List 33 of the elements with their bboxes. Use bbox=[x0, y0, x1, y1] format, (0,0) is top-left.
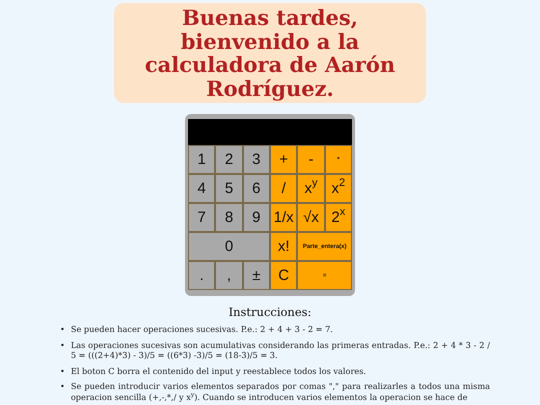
digit-key[interactable]: . bbox=[188, 261, 216, 290]
operator-key[interactable]: - bbox=[297, 145, 325, 174]
digit-key[interactable]: 7 bbox=[188, 203, 216, 232]
operator-key[interactable]: C bbox=[270, 261, 298, 290]
operator-key[interactable]: x$^{y}$ bbox=[297, 174, 325, 203]
greeting-heading: Buenas tardes, bienvenido a la calculadora de Aarón Rodríguez. bbox=[114, 3, 426, 103]
operator-key[interactable]: 1/x bbox=[270, 203, 298, 232]
operator-key[interactable]: x$^{2}$ bbox=[324, 174, 352, 203]
bullet-marker: • bbox=[60, 366, 65, 376]
operator-key[interactable]: 2$^{x}$ bbox=[324, 203, 352, 232]
digit-key[interactable]: ± bbox=[242, 261, 270, 290]
bullet-marker: • bbox=[60, 381, 65, 393]
operator-key[interactable]: √x bbox=[297, 203, 325, 232]
digit-key[interactable]: 2 bbox=[215, 145, 243, 174]
operator-key[interactable]: + bbox=[270, 145, 298, 174]
operator-key[interactable]: / bbox=[270, 174, 298, 203]
digit-key[interactable]: 8 bbox=[215, 203, 243, 232]
bullet-marker: • bbox=[60, 324, 65, 334]
digit-key[interactable]: 3 bbox=[242, 145, 270, 174]
digit-key[interactable]: 9 bbox=[242, 203, 270, 232]
instruction-text: Se pueden hacer operaciones sucesivas. P.e.: 2 + 4 + 3 - 2 = 7. bbox=[70, 324, 334, 334]
operator-key[interactable]: x! bbox=[270, 232, 298, 261]
digit-key[interactable]: 1 bbox=[188, 145, 216, 174]
instructions-title: Instrucciones: bbox=[228, 305, 312, 319]
bullet-marker: • bbox=[60, 340, 65, 352]
digit-key[interactable]: 5 bbox=[215, 174, 243, 203]
digit-key[interactable]: 0 bbox=[188, 232, 270, 261]
instruction-text: Se pueden introducir varios elementos separados por comas "," para realizarles a todos una misma operacion sencilla (+,-,*,/ y x$^{y}$). Cuando se introducen varios elementos la operacion se hace de bbox=[70, 381, 490, 402]
instruction-text: Las operaciones sucesivas son acumulativas considerando las primeras entradas. P.e.: 2 + 4 * 3 - 2 / 5 = (((2+4)*3) - 3)/5 = ((6*3) -3)/5 = (18-3)/5 = 3. bbox=[70, 340, 490, 360]
digit-key[interactable]: , bbox=[215, 261, 243, 290]
instruction-text: El boton C borra el contenido del input y reestablece todos los valores. bbox=[70, 366, 368, 376]
digit-key[interactable]: 4 bbox=[188, 174, 216, 203]
digit-key[interactable]: 6 bbox=[242, 174, 270, 203]
